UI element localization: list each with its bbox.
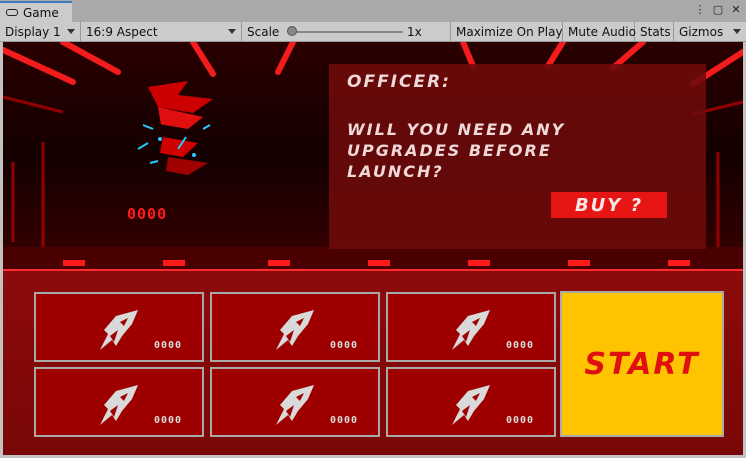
upgrade-slot-4[interactable]: 0000 (34, 367, 204, 437)
rocket-upgrade-icon (276, 310, 314, 350)
gizmos-label: Gizmos (679, 24, 724, 39)
rocket-upgrade-icon (100, 385, 138, 425)
gizmos-dropdown[interactable]: Gizmos (674, 22, 746, 41)
upgrade-slot-2[interactable]: 0000 (210, 292, 380, 362)
window-buttons: ⋮ ▢ ✕ (694, 3, 742, 16)
dialog-panel: OFFICER: WILL YOU NEED ANY UPGRADES BEFO… (329, 64, 706, 249)
dialog-line: WILL YOU NEED ANY (347, 120, 566, 139)
start-button[interactable]: START (560, 291, 724, 437)
tab-game[interactable]: Game (0, 1, 72, 22)
rocket-upgrade-icon (452, 385, 490, 425)
stats-toggle[interactable]: Stats (635, 22, 674, 41)
rocket-upgrade-icon (452, 310, 490, 350)
scale-label: Scale (247, 24, 280, 39)
dialog-line: LAUNCH? (347, 162, 444, 181)
buy-button[interactable]: BUY ? (551, 192, 667, 218)
upgrade-cost: 0000 (506, 415, 535, 426)
game-view: 0000 OFFICER: WILL YOU NEED ANY UPGRADES… (3, 42, 743, 455)
close-icon[interactable]: ✕ (730, 3, 742, 16)
upgrade-slot-1[interactable]: 0000 (34, 292, 204, 362)
chevron-down-icon (67, 29, 75, 34)
maximize-on-play-label: Maximize On Play (456, 24, 563, 39)
rocket-upgrade-icon (100, 310, 138, 350)
game-view-toolbar: Display 1 16:9 Aspect Scale 1x Maximize … (0, 22, 746, 42)
scale-value: 1x (407, 24, 422, 39)
tab-game-label: Game (23, 5, 59, 20)
upgrade-cost: 0000 (506, 340, 535, 351)
display-dropdown-label: Display 1 (5, 24, 61, 39)
scale-slider-handle[interactable] (287, 26, 297, 36)
upgrade-cost: 0000 (330, 415, 359, 426)
spaceship-icon (137, 81, 213, 175)
upgrade-slot-5[interactable]: 0000 (210, 367, 380, 437)
display-dropdown[interactable]: Display 1 (0, 22, 81, 41)
upgrade-slot-3[interactable]: 0000 (386, 292, 556, 362)
upgrade-slot-6[interactable]: 0000 (386, 367, 556, 437)
upgrade-cost: 0000 (154, 415, 183, 426)
dialog-speaker: OFFICER: (347, 72, 451, 92)
maximize-on-play-toggle[interactable]: Maximize On Play (451, 22, 563, 41)
gamepad-icon (6, 9, 18, 16)
mute-audio-label: Mute Audio (568, 24, 636, 39)
aspect-dropdown-label: 16:9 Aspect (86, 24, 158, 39)
rocket-upgrade-icon (276, 385, 314, 425)
maximize-icon[interactable]: ▢ (712, 3, 724, 16)
chevron-down-icon (733, 29, 741, 34)
score-counter: 0000 (127, 205, 168, 223)
upgrade-cost: 0000 (330, 340, 359, 351)
dialog-line: UPGRADES BEFORE (347, 141, 552, 160)
start-button-label: START (584, 346, 700, 382)
more-options-icon[interactable]: ⋮ (694, 3, 706, 16)
aspect-dropdown[interactable]: 16:9 Aspect (81, 22, 242, 41)
mute-audio-toggle[interactable]: Mute Audio (563, 22, 636, 41)
stats-label: Stats (640, 24, 671, 39)
hangar-scene: 0000 OFFICER: WILL YOU NEED ANY UPGRADES… (3, 42, 743, 271)
editor-tab-bar: Game ⋮ ▢ ✕ (0, 0, 746, 22)
scale-slider-track[interactable] (295, 31, 403, 33)
upgrade-cost: 0000 (154, 340, 183, 351)
chevron-down-icon (228, 29, 236, 34)
dialog-text: WILL YOU NEED ANY UPGRADES BEFORE LAUNCH… (347, 119, 687, 182)
